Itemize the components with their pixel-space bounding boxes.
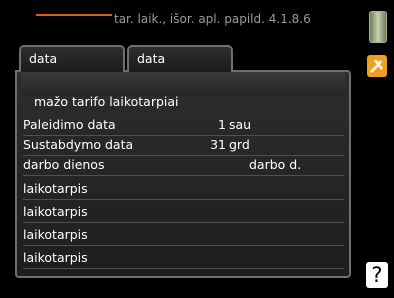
row-value: 1 bbox=[218, 117, 226, 132]
setting-row-period-2[interactable]: laikotarpis bbox=[23, 203, 344, 223]
tab-data-1[interactable]: data bbox=[19, 45, 125, 72]
setting-row-period-3[interactable]: laikotarpis bbox=[23, 226, 344, 246]
page-title: tar. laik., išor. apl. papild. 4.1.8.6 bbox=[114, 12, 311, 26]
setting-row-period-1[interactable]: laikotarpis bbox=[23, 180, 344, 200]
row-unit: darbo d. bbox=[249, 157, 302, 172]
row-label: darbo dienos bbox=[23, 157, 105, 172]
help-icon[interactable]: ? bbox=[366, 262, 388, 288]
row-label: laikotarpis bbox=[23, 204, 88, 219]
panel-header-shade bbox=[21, 72, 345, 96]
section-title: mažo tarifo laikotarpiai bbox=[34, 94, 179, 109]
setting-row-start-date[interactable]: Paleidimo data 1 sau bbox=[23, 116, 344, 136]
row-label: Sustabdymo data bbox=[23, 137, 134, 152]
setting-row-stop-date[interactable]: Sustabdymo data 31 grd bbox=[23, 136, 344, 156]
tools-icon[interactable] bbox=[367, 55, 387, 77]
row-unit: sau bbox=[229, 117, 252, 132]
row-label: Paleidimo data bbox=[23, 117, 116, 132]
row-label: laikotarpis bbox=[23, 227, 88, 242]
header-accent-line bbox=[36, 14, 112, 16]
setting-row-workdays[interactable]: darbo dienos darbo d. bbox=[23, 156, 344, 176]
row-value: 31 bbox=[210, 137, 226, 152]
thermometer-icon bbox=[369, 11, 387, 43]
setting-row-period-4[interactable]: laikotarpis bbox=[23, 249, 344, 269]
row-unit: grd bbox=[229, 137, 250, 152]
tab-data-2[interactable]: data bbox=[127, 45, 233, 72]
row-label: laikotarpis bbox=[23, 181, 88, 196]
row-label: laikotarpis bbox=[23, 250, 88, 265]
